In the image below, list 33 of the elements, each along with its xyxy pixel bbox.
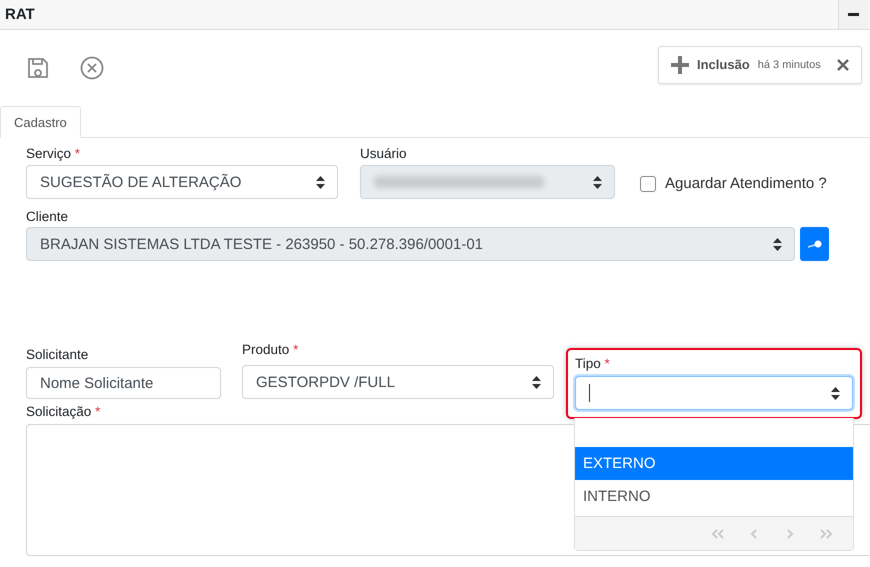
updown-arrow-icon (316, 176, 325, 188)
updown-arrow-icon (773, 238, 782, 250)
notification-action: Inclusão (697, 57, 750, 72)
cancel-icon[interactable] (80, 56, 104, 80)
minus-icon (848, 13, 859, 16)
search-button[interactable] (800, 227, 829, 261)
updown-arrow-icon (532, 376, 541, 388)
dropdown-option[interactable]: EXTERNO (575, 447, 853, 480)
notification-time: há 3 minutos (758, 58, 822, 70)
field-label: Serviço * (26, 146, 82, 161)
updown-arrow-icon (593, 176, 602, 188)
select-field[interactable] (575, 376, 853, 410)
search-icon (806, 239, 822, 249)
checkbox-label: Aguardar Atendimento ? (665, 175, 827, 192)
field-label: Usuário (360, 146, 408, 161)
field-label: Tipo * (575, 356, 611, 371)
text-cursor (589, 384, 590, 402)
updown-arrow-icon (831, 386, 840, 400)
save-icon[interactable] (26, 56, 50, 80)
dropdown-option[interactable]: INTERNO (575, 480, 853, 513)
select-field[interactable]: GESTORPDV /FULL (242, 365, 554, 399)
field-label: Cliente (26, 209, 70, 224)
field-label: Produto * (242, 342, 300, 357)
field-label: Solicitante (26, 347, 90, 362)
checkbox[interactable] (640, 176, 656, 192)
plus-icon (671, 56, 689, 74)
tab[interactable]: Cadastro (0, 106, 81, 138)
select-field[interactable]: SUGESTÃO DE ALTERAÇÃO (26, 165, 338, 199)
collapse-button[interactable] (838, 0, 868, 29)
field-label: Solicitação * (26, 404, 102, 419)
input-field[interactable]: Nome Solicitante (26, 367, 221, 399)
close-icon[interactable] (837, 58, 849, 70)
panel-title: RAT (4, 6, 35, 23)
